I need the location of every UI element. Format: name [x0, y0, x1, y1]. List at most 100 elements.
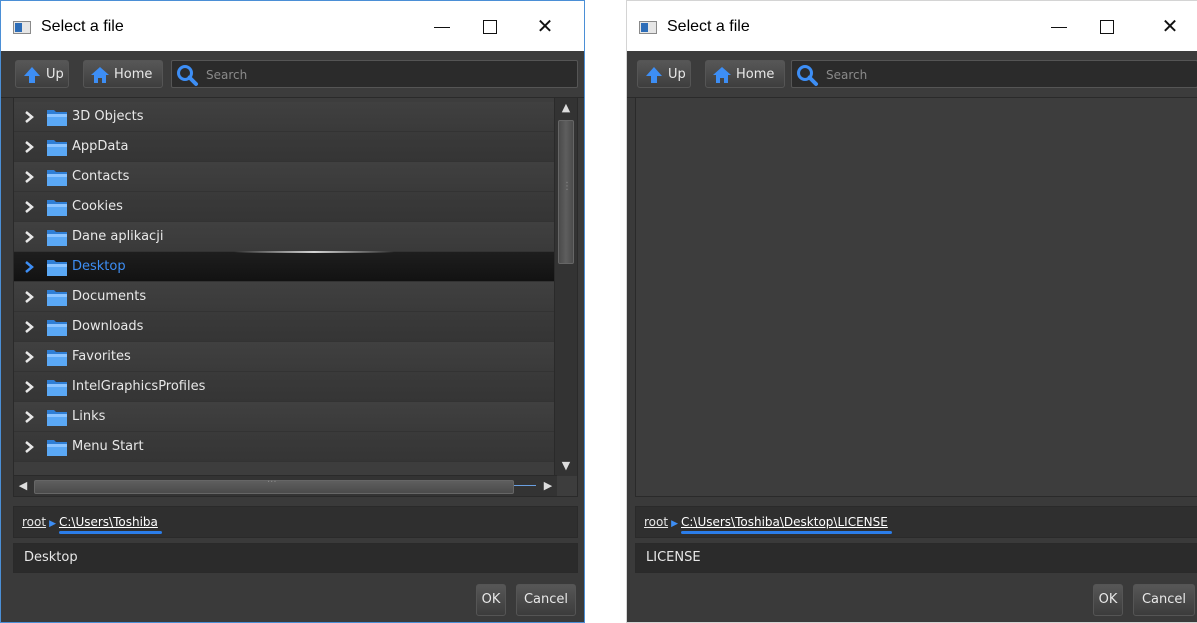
tree-row[interactable]: Cookies — [14, 192, 555, 222]
breadcrumb-underline — [680, 531, 892, 534]
search-box[interactable] — [791, 60, 1197, 88]
home-button[interactable]: Home — [705, 60, 785, 88]
up-button[interactable]: Up — [637, 60, 691, 88]
tree-row-label: Desktop — [72, 259, 126, 274]
file-dialog-1: Select a file ✕ Up Home 3D Objects AppDat… — [0, 0, 585, 623]
tree-row-label: IntelGraphicsProfiles — [72, 379, 206, 394]
up-button-label: Up — [46, 67, 64, 82]
folder-icon — [47, 110, 67, 126]
tree-row[interactable]: Dane aplikacji — [14, 222, 555, 252]
vertical-scrollbar[interactable]: ▲ ▼ — [554, 98, 577, 476]
close-icon[interactable]: ✕ — [1147, 11, 1193, 43]
search-box[interactable] — [171, 60, 578, 88]
search-icon — [177, 65, 198, 86]
folder-icon — [47, 230, 67, 246]
scroll-right-icon[interactable]: ▶ — [539, 476, 557, 496]
arrow-up-icon — [646, 67, 662, 83]
search-icon — [797, 65, 818, 86]
tree-row-label: Documents — [72, 289, 147, 304]
selection-glow — [234, 251, 394, 253]
filename-field[interactable]: Desktop — [13, 543, 578, 573]
chevron-right-icon[interactable] — [24, 231, 34, 243]
tree-row-label: Favorites — [72, 349, 131, 364]
tree-row[interactable]: 3D Objects — [14, 102, 555, 132]
tree-row-label: Dane aplikacji — [72, 229, 164, 244]
tree-row[interactable]: IntelGraphicsProfiles — [14, 372, 555, 402]
window-title: Select a file — [667, 18, 750, 35]
minimize-icon[interactable] — [1037, 11, 1083, 43]
chevron-right-icon[interactable] — [24, 411, 34, 423]
breadcrumb-separator-icon: ▶ — [49, 519, 56, 529]
app-window-icon — [639, 21, 657, 34]
folder-tree: 3D Objects AppData Contacts Cookies Dane apl… — [14, 102, 555, 462]
horizontal-scroll-thumb[interactable] — [34, 477, 514, 494]
breadcrumb-separator-icon: ▶ — [671, 519, 678, 529]
chevron-right-icon[interactable] — [24, 441, 34, 453]
folder-icon — [47, 170, 67, 186]
scroll-down-icon[interactable]: ▼ — [555, 456, 577, 476]
chevron-right-icon[interactable] — [24, 351, 34, 363]
tree-row-label: Downloads — [72, 319, 144, 334]
tree-row[interactable]: Downloads — [14, 312, 555, 342]
folder-icon — [47, 290, 67, 306]
title-bar[interactable]: Select a file ✕ — [627, 1, 1197, 51]
ok-button[interactable]: OK — [1093, 584, 1123, 616]
app-window-icon — [13, 21, 31, 34]
search-input[interactable] — [204, 64, 492, 86]
tree-row[interactable]: Documents — [14, 282, 555, 312]
tree-row[interactable]: Links — [14, 402, 555, 432]
tree-row[interactable]: AppData — [14, 132, 555, 162]
tree-row[interactable]: Menu Start — [14, 432, 555, 462]
search-input[interactable] — [824, 64, 1112, 86]
up-button-label: Up — [668, 67, 686, 82]
filename-field[interactable]: LICENSE — [635, 543, 1197, 573]
chevron-right-icon[interactable] — [24, 111, 34, 123]
cancel-button[interactable]: Cancel — [1133, 584, 1195, 616]
minimize-icon[interactable] — [420, 11, 466, 43]
home-icon — [91, 67, 109, 83]
tree-row[interactable]: Favorites — [14, 342, 555, 372]
breadcrumb: root ▶ C:\Users\Toshiba — [13, 506, 578, 538]
home-button-label: Home — [736, 67, 775, 82]
chevron-right-icon[interactable] — [24, 141, 34, 153]
horizontal-scrollbar[interactable]: ◀ ▶ — [14, 475, 557, 496]
tree-row[interactable]: Contacts — [14, 162, 555, 192]
tree-row-label: Menu Start — [72, 439, 144, 454]
tree-row[interactable]: Desktop — [14, 251, 555, 282]
toolbar: Up Home — [627, 51, 1197, 98]
chevron-right-icon[interactable] — [24, 381, 34, 393]
maximize-icon[interactable] — [1085, 11, 1131, 43]
folder-icon — [47, 380, 67, 396]
tree-row-label: Links — [72, 409, 106, 424]
breadcrumb-path[interactable]: C:\Users\Toshiba\Desktop\LICENSE — [680, 515, 892, 534]
scroll-left-icon[interactable]: ◀ — [14, 476, 32, 496]
breadcrumb-path-text: C:\Users\Toshiba\Desktop\LICENSE — [680, 515, 888, 529]
vertical-scroll-thumb[interactable] — [558, 120, 574, 264]
breadcrumb-root[interactable]: root — [22, 515, 46, 529]
breadcrumb: root ▶ C:\Users\Toshiba\Desktop\LICENSE — [635, 506, 1197, 538]
breadcrumb-root[interactable]: root — [644, 515, 668, 529]
tree-row-label: Cookies — [72, 199, 123, 214]
cancel-button[interactable]: Cancel — [516, 584, 576, 616]
file-dialog-2: Select a file ✕ Up Home root▶C:\Users — [626, 0, 1197, 623]
up-button[interactable]: Up — [15, 60, 69, 88]
chevron-right-icon[interactable] — [24, 171, 34, 183]
chevron-right-icon[interactable] — [24, 321, 34, 333]
title-bar[interactable]: Select a file ✕ — [1, 1, 584, 51]
chevron-right-icon[interactable] — [24, 291, 34, 303]
breadcrumb-path[interactable]: C:\Users\Toshiba — [58, 515, 162, 534]
arrow-up-icon — [24, 67, 40, 83]
close-icon[interactable]: ✕ — [522, 11, 568, 43]
home-button[interactable]: Home — [83, 60, 163, 88]
scroll-up-icon[interactable]: ▲ — [555, 98, 577, 118]
tree-row-label: Contacts — [72, 169, 130, 184]
maximize-icon[interactable] — [468, 11, 514, 43]
chevron-right-icon[interactable] — [24, 201, 34, 213]
folder-icon — [47, 260, 67, 276]
home-button-label: Home — [114, 67, 153, 82]
scroll-track-indicator — [514, 485, 536, 486]
ok-button[interactable]: OK — [476, 584, 506, 616]
chevron-right-icon[interactable] — [24, 261, 34, 273]
empty-content-panel — [635, 97, 1197, 497]
folder-tree-panel: 3D Objects AppData Contacts Cookies Dane apl… — [13, 97, 578, 497]
